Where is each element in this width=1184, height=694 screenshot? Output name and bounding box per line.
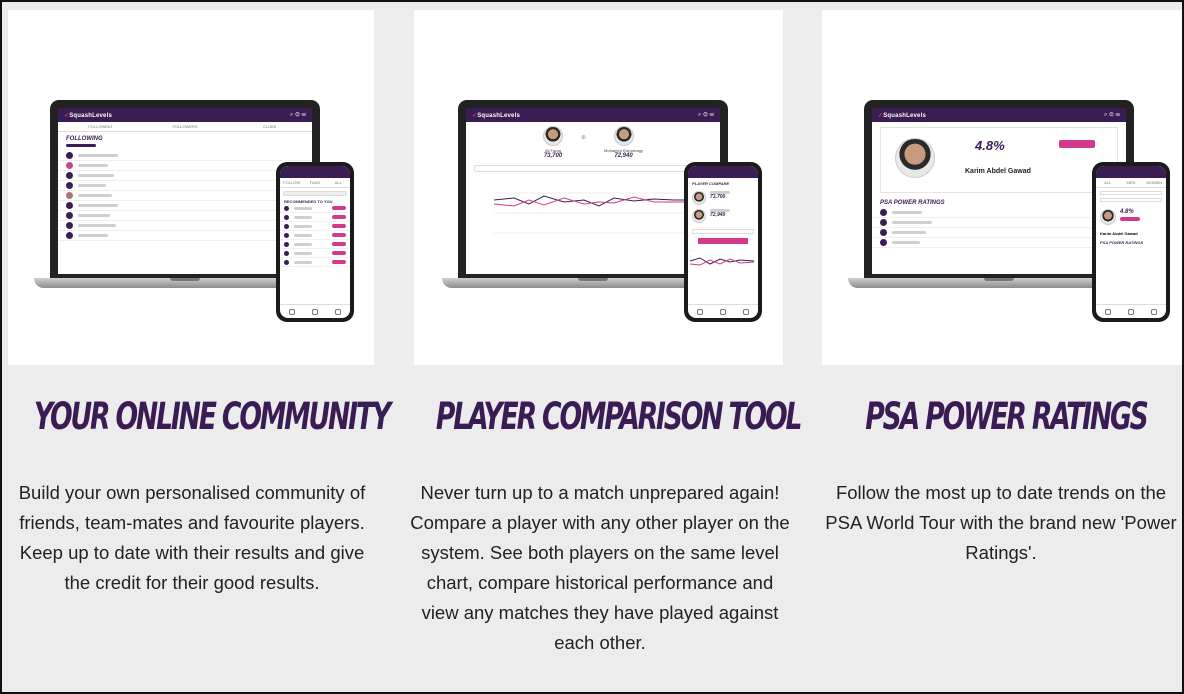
feature-title-comparison: PLAYER COMPARISON TOOL	[435, 395, 803, 438]
feature-title-power-ratings: PSA POWER RATINGS	[865, 395, 1149, 438]
app-logo: SquashLevels	[472, 112, 520, 119]
player-b-score: 72,940	[614, 153, 633, 159]
power-ratings-heading: PSA POWER RATINGS	[880, 200, 945, 206]
level-chart	[493, 192, 704, 234]
phone-mockup: FOLLOW FANS ALL RECOMMENDED TO YOU	[276, 162, 354, 322]
feature-title-community: YOUR ONLINE COMMUNITY	[33, 395, 391, 438]
featured-player-name: Karim Abdel Gawad	[965, 168, 1031, 175]
app-logo: SquashLevels	[64, 112, 112, 119]
player-compare-heading: PLAYER COMPARE	[692, 181, 730, 186]
feature-desc-community: Build your own personalised community of…	[18, 482, 366, 593]
phone-chart	[689, 257, 755, 266]
phone-mockup: PLAYER COMPARE 73,700 72,940	[684, 162, 762, 322]
app-logo: SquashLevels	[878, 112, 926, 119]
rating-value: 4.8%	[975, 138, 1005, 153]
following-heading: FOLLOWING	[66, 136, 103, 142]
power-ratings-image: SquashLevels⌕ ⚙ ☰ 4.8% Karim Abdel Gawad…	[822, 10, 1184, 365]
community-image: SquashLevels⌕ ⚙ ☰ FOLLOWINGFOLLOWERSCLUB…	[8, 10, 374, 365]
comparison-image: SquashLevels⌕ ⚙ ☰ Ali Farag 73,700 ⊕ Moh…	[414, 10, 783, 365]
player-a-score: 73,700	[543, 153, 563, 159]
phone-mockup: ALL MEN WOMEN 4.8% Karim Abdel Gawad PSA P…	[1092, 162, 1170, 322]
feature-desc-comparison: Never turn up to a match unprepared agai…	[410, 482, 790, 653]
feature-desc-power-ratings: Follow the most up to date trends on the…	[825, 482, 1177, 563]
